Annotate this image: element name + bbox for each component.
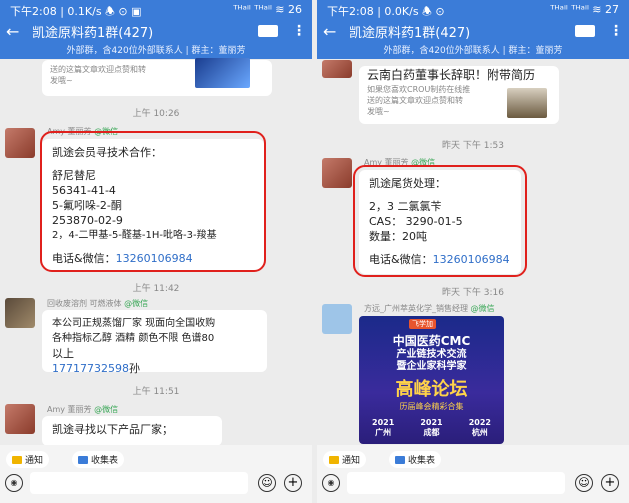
message-line: 253870-02-9	[52, 214, 123, 227]
poster-headline: 高峰论坛	[395, 379, 468, 400]
article-title: 云南白药董事长辞职！附带简历	[367, 68, 536, 82]
left-phone-screen: 下午2:08 | 0.1K/s 🕭 ⊙ ▣ ᵀᴴᵃⁱˡ ᵀᴴᵃⁱˡ ≋ 26 ←…	[0, 0, 312, 503]
sender-name: Amy 董丽芳 @微信	[47, 127, 119, 136]
message-line: 2，4-二甲基-5-醛基-1H-吡咯-3-羧基	[52, 230, 217, 241]
more-options-icon[interactable]: ⋮	[609, 23, 623, 39]
poster-years: 2021 2021 2022	[372, 418, 491, 427]
voice-icon[interactable]: ◉	[5, 474, 23, 492]
article-thumbnail	[195, 58, 250, 88]
message-line: CAS： 3290-01-5	[369, 215, 463, 228]
avatar[interactable]	[5, 404, 35, 434]
phone-link[interactable]: 17717732598	[52, 362, 129, 375]
chat-title-bar: ← 凯途原料药1群(427) ⋮	[0, 19, 312, 43]
megaphone-icon	[12, 455, 22, 464]
event-poster-image[interactable]: 飞学加 中国医药CMC 产业链技术交流 暨企业家科学家 高峰论坛 历届峰会精彩合…	[359, 316, 504, 444]
message-line: 电话&微信：	[52, 252, 116, 265]
poster-logo: 飞学加	[409, 319, 436, 329]
back-arrow-icon[interactable]: ←	[6, 22, 24, 41]
emoji-icon[interactable]: ☺	[575, 474, 593, 492]
collect-form-button[interactable]: 收集表	[72, 451, 125, 468]
message-line: 凯途尾货处理：	[369, 177, 446, 190]
group-name: 凯途原料药1群(427)	[32, 25, 154, 41]
video-call-icon[interactable]	[258, 25, 278, 37]
timestamp: 昨天 下午 3:16	[442, 288, 504, 298]
sender-name: Amy 董丽芳 @微信	[364, 158, 436, 167]
group-info-bar: 外部群，含420位外部联系人 | 群主：董丽芳	[0, 43, 312, 59]
message-bubble[interactable]: 凯途会员寻技术合作： 舒尼替尼 56341-41-4 5-氟吲哚-2-酮 253…	[42, 139, 264, 270]
phone-link[interactable]: 13260106984	[433, 253, 510, 266]
poster-caption: 历届峰会精彩合集	[399, 402, 464, 411]
status-bar: 下午2:08 | 0.1K/s 🕭 ⊙ ▣ ᵀᴴᵃⁱˡ ᵀᴴᵃⁱˡ ≋ 26	[0, 0, 312, 19]
message-line: 舒尼替尼	[52, 169, 96, 182]
video-call-icon[interactable]	[575, 25, 595, 37]
notice-button[interactable]: 通知	[323, 451, 367, 468]
message-line: 凯途会员寻技术合作：	[52, 146, 162, 159]
chat-title-bar: ← 凯途原料药1群(427) ⋮	[317, 19, 629, 43]
sender-name: Amy 董丽芳 @微信	[47, 405, 119, 414]
poster-title: 中国医药CMC	[392, 334, 471, 348]
input-toolbar: 通知 收集表 ◉ ☺ +	[317, 445, 629, 503]
message-bubble[interactable]: 凯途寻找以下产品厂家；	[42, 416, 222, 446]
status-time: 下午2:08 | 0.0K/s 🕭 ⊙	[327, 5, 445, 18]
timestamp: 昨天 下午 1:53	[442, 141, 504, 151]
emoji-icon[interactable]: ☺	[258, 474, 276, 492]
status-bar: 下午2:08 | 0.0K/s 🕭 ⊙ ᵀᴴᵃⁱˡ ᵀᴴᵃⁱˡ ≋ 27	[317, 0, 629, 19]
group-info-bar: 外部群，含420位外部联系人 | 群主：董丽芳	[317, 43, 629, 59]
input-toolbar: 通知 收集表 ◉ ☺ +	[0, 445, 312, 503]
more-options-icon[interactable]: ⋮	[292, 23, 306, 39]
message-line: 2，3 二氯氯苄	[369, 200, 442, 213]
poster-cities: 广州 成都 杭州	[375, 428, 488, 437]
form-icon	[395, 455, 405, 464]
timestamp: 上午 10:26	[132, 109, 180, 119]
message-line: 数量：20吨	[369, 230, 427, 243]
timestamp: 上午 11:51	[132, 387, 180, 397]
avatar[interactable]	[5, 128, 35, 158]
avatar[interactable]	[5, 298, 35, 328]
poster-subtitle: 产业链技术交流	[396, 349, 467, 360]
sender-name: 方远_广州萃英化学_销售经理 @微信	[364, 304, 495, 313]
article-snippet: 如果您喜欢CROU制药在线推 送的这篇文章欢迎点赞和转 发哦~	[367, 85, 471, 116]
group-name: 凯途原料药1群(427)	[349, 25, 471, 41]
phone-link[interactable]: 13260106984	[116, 252, 193, 265]
article-snippet: 送的这篇文章欢迎点赞和转 发哦~	[50, 65, 146, 85]
plus-icon[interactable]: +	[601, 474, 619, 492]
message-line: 5-氟吲哚-2-酮	[52, 199, 122, 212]
message-line: 各种指标乙醇 酒精 颜色不限 色谱80	[52, 333, 215, 344]
megaphone-icon	[329, 455, 339, 464]
message-bubble[interactable]: 本公司正规蒸馏厂家 现面向全国收购 各种指标乙醇 酒精 颜色不限 色谱80 以上…	[42, 310, 267, 375]
right-phone-screen: 下午2:08 | 0.0K/s 🕭 ⊙ ᵀᴴᵃⁱˡ ᵀᴴᵃⁱˡ ≋ 27 ← 凯…	[317, 0, 629, 503]
status-icons: ᵀᴴᵃⁱˡ ᵀᴴᵃⁱˡ ≋ 27	[550, 3, 619, 16]
poster-subtitle: 暨企业家科学家	[396, 361, 467, 372]
avatar[interactable]	[322, 60, 352, 78]
collect-form-button[interactable]: 收集表	[389, 451, 442, 468]
message-line: 56341-41-4	[52, 184, 116, 197]
form-icon	[78, 455, 88, 464]
message-line: 凯途寻找以下产品厂家；	[52, 423, 173, 436]
back-arrow-icon[interactable]: ←	[323, 22, 341, 41]
message-input[interactable]	[347, 472, 565, 494]
avatar[interactable]	[322, 304, 352, 334]
message-suffix: 孙	[128, 362, 140, 375]
plus-icon[interactable]: +	[284, 474, 302, 492]
message-line: 以上	[52, 347, 74, 360]
voice-icon[interactable]: ◉	[322, 474, 340, 492]
timestamp: 上午 11:42	[132, 284, 180, 294]
notice-button[interactable]: 通知	[6, 451, 50, 468]
status-icons: ᵀᴴᵃⁱˡ ᵀᴴᵃⁱˡ ≋ 26	[233, 3, 302, 16]
avatar[interactable]	[322, 158, 352, 188]
message-line: 电话&微信：	[369, 253, 433, 266]
article-thumbnail	[507, 88, 547, 118]
message-bubble[interactable]: 凯途尾货处理： 2，3 二氯氯苄 CAS： 3290-01-5 数量：20吨 电…	[359, 170, 521, 274]
message-input[interactable]	[30, 472, 248, 494]
message-line: 本公司正规蒸馏厂家 现面向全国收购	[52, 318, 216, 329]
sender-name: 回收废溶剂 可燃液体 @微信	[47, 299, 149, 308]
status-time: 下午2:08 | 0.1K/s 🕭 ⊙ ▣	[10, 5, 142, 18]
